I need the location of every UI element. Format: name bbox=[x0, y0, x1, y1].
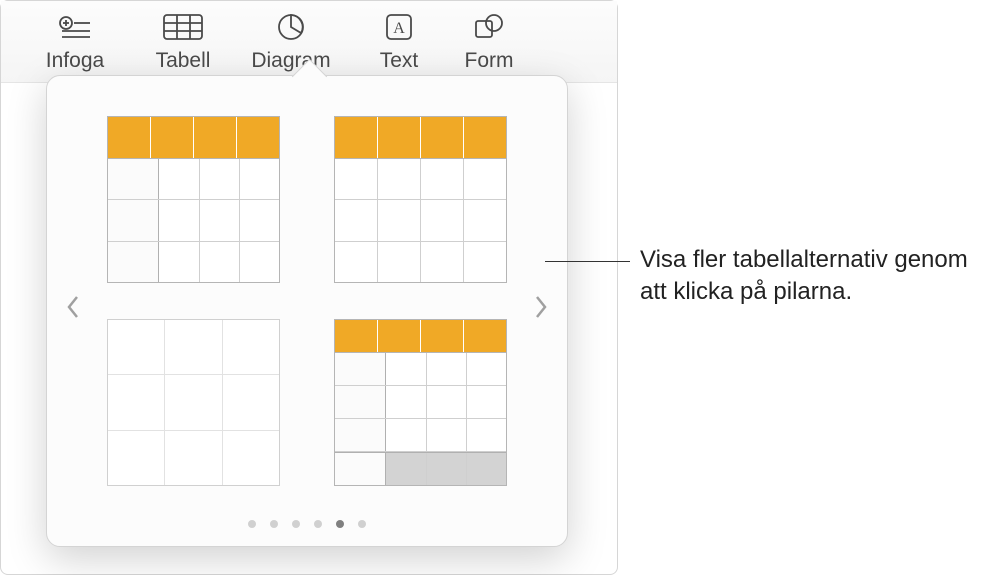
popover-body bbox=[47, 76, 567, 546]
callout-text: Visa fler tabellalternativ genom att kli… bbox=[640, 244, 1000, 309]
text-icon: A bbox=[385, 11, 413, 43]
page-dot-2[interactable] bbox=[270, 520, 278, 528]
page-dots bbox=[248, 520, 366, 528]
table-style-3[interactable] bbox=[107, 319, 280, 486]
page-dot-5[interactable] bbox=[336, 520, 344, 528]
table-style-4[interactable] bbox=[334, 319, 507, 486]
table-label: Tabell bbox=[156, 49, 211, 73]
table-style-1[interactable] bbox=[107, 116, 280, 283]
table-icon bbox=[163, 11, 203, 43]
insert-icon bbox=[58, 11, 92, 43]
page-dot-4[interactable] bbox=[314, 520, 322, 528]
text-label: Text bbox=[380, 49, 419, 73]
app-window: Infoga Tabell Diagram bbox=[0, 0, 618, 575]
shape-icon bbox=[474, 11, 504, 43]
prev-arrow[interactable] bbox=[55, 283, 91, 339]
page-dot-6[interactable] bbox=[358, 520, 366, 528]
table-style-2[interactable] bbox=[334, 116, 507, 283]
callout-line bbox=[545, 261, 630, 262]
page-dot-1[interactable] bbox=[248, 520, 256, 528]
svg-text:A: A bbox=[393, 20, 405, 37]
chart-tool[interactable]: Diagram bbox=[237, 7, 345, 77]
text-tool[interactable]: A Text bbox=[345, 7, 453, 77]
shape-label: Form bbox=[465, 49, 514, 73]
table-tool[interactable]: Tabell bbox=[129, 7, 237, 77]
next-arrow[interactable] bbox=[523, 283, 559, 339]
insert-tool[interactable]: Infoga bbox=[21, 7, 129, 77]
insert-label: Infoga bbox=[46, 49, 104, 73]
table-style-grid bbox=[47, 76, 567, 546]
chart-icon bbox=[277, 11, 305, 43]
shape-tool[interactable]: Form bbox=[453, 7, 525, 77]
page-dot-3[interactable] bbox=[292, 520, 300, 528]
table-popover bbox=[46, 75, 568, 547]
